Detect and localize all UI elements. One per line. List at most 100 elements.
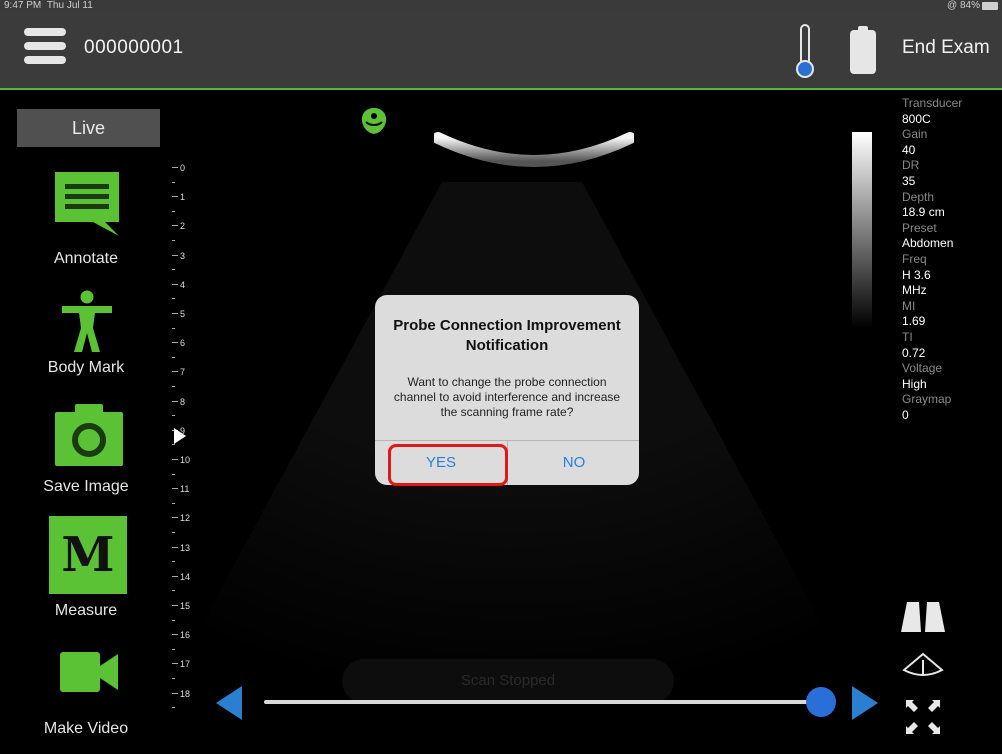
thermometer-icon [796,24,814,78]
ti-label: TI [902,329,913,344]
ruler-tick-label: 18 [180,688,191,699]
ruler-tick [172,692,178,694]
live-button[interactable]: Live [17,109,160,147]
ruler-minor-tick [172,678,175,679]
ruler-minor-tick [172,415,175,417]
ruler-tick-label: 4 [180,279,186,290]
annotate-label: Annotate [53,250,119,267]
ruler-tick [172,400,178,402]
dialog-title: Probe Connection Improvement Notificatio… [393,317,621,354]
app-header: 000000001 End Exam [0,12,1002,90]
ruler-tick [172,342,178,344]
gain-label: Gain [902,127,928,142]
menu-icon[interactable] [24,28,66,68]
annotate-icon [55,172,119,236]
next-frame-arrow-icon[interactable] [852,686,878,720]
ruler-tick [172,546,178,548]
ruler-minor-tick [172,181,175,183]
ruler-tick [172,225,178,227]
ruler-tick-label: 0 [180,163,186,173]
probe-connection-dialog: Probe Connection Improvement Notificatio… [375,295,639,485]
status-bar: 9:47 PM Thu Jul 11 @ 84% [0,0,1002,12]
ruler-tick [172,254,178,256]
ruler-minor-tick [172,444,175,446]
ruler-tick [172,517,178,519]
ruler-tick-label: 6 [180,338,186,349]
dr-label: DR [902,158,920,173]
freq-label: Freq [902,251,927,266]
annotate-button[interactable]: Annotate [0,164,172,272]
mi-value: 1.69 [902,314,926,329]
freq-value: H 3.6 MHz [902,267,931,298]
ruler-tick-label: 8 [180,396,186,407]
ruler-tick [172,196,178,198]
ruler-tick-label: 15 [180,601,191,611]
ruler-minor-tick [172,561,175,563]
ruler-minor-tick [172,298,175,300]
ruler-tick [172,371,178,373]
ruler-tick [172,459,178,460]
ruler-minor-tick [172,648,175,650]
ruler-tick [172,283,178,285]
ruler-tick-label: 11 [180,484,190,495]
ruler-minor-tick [172,356,175,358]
transducer-value: 800C [902,111,931,126]
measure-label: Measure [54,602,118,619]
sector-icon[interactable] [902,652,944,682]
graymap-label: Graymap [902,392,952,407]
cine-slider-track[interactable] [264,700,824,704]
voltage-value: High [902,376,927,391]
ruler-tick-label: 1 [180,192,186,203]
ruler-tick-label: 13 [180,542,191,553]
patient-id: 000000001 [84,37,184,58]
save-image-label: Save Image [43,478,129,495]
ruler-minor-tick [172,473,175,475]
probe-battery-icon [850,26,876,74]
ruler-tick-label: 3 [180,250,186,261]
ruler-minor-tick [172,210,175,212]
ruler-minor-tick [172,590,175,592]
probe-orientation-icon [361,108,387,134]
make-video-label: Make Video [43,720,129,737]
yes-button[interactable]: YES [375,441,507,485]
ruler-tick-label: 14 [180,571,191,582]
ti-value: 0.72 [902,345,926,360]
ruler-tick [172,605,178,606]
make-video-button[interactable]: Make Video [0,644,172,744]
preset-value: Abdomen [902,236,954,251]
save-image-button[interactable]: Save Image [0,400,172,504]
tool-sidebar: Live Annotate Body Mark Save Image M Mea… [0,92,172,754]
measure-icon: M [49,516,127,594]
previous-frame-arrow-icon[interactable] [216,686,242,720]
ruler-minor-tick [172,386,175,387]
ruler-tick-label: 17 [180,659,191,670]
video-camera-icon [60,652,118,692]
mi-label: MI [902,298,916,313]
parameter-panel: Transducer 800C Gain 40 DR 35 Depth 18.9… [902,96,1002,423]
fullscreen-icon[interactable] [902,696,944,738]
body-mark-label: Body Mark [47,359,125,376]
ruler-tick-label: 2 [180,221,186,232]
no-button[interactable]: NO [508,441,639,485]
body-mark-button[interactable]: Body Mark [0,284,172,384]
focus-marker[interactable] [174,428,186,444]
ruler-tick [172,634,178,636]
cine-slider-knob[interactable] [806,687,836,717]
ruler-minor-tick [172,327,175,329]
ruler-tick-label: 5 [180,309,186,319]
ruler-tick [172,575,178,577]
graymap-value: 0 [902,407,909,422]
depth-label: Depth [902,189,935,204]
dual-view-icon[interactable] [899,600,947,632]
end-exam-button[interactable]: End Exam [902,37,990,59]
measure-button[interactable]: M Measure [0,514,172,624]
ruler-minor-tick [172,707,175,709]
ruler-tick [172,167,178,168]
status-battery-icon [982,2,998,10]
ruler-tick [172,313,178,314]
preset-label: Preset [902,220,937,235]
ruler-tick [172,663,178,665]
ruler-minor-tick [172,502,175,504]
ruler-minor-tick [172,532,175,533]
ruler-minor-tick [172,269,175,271]
